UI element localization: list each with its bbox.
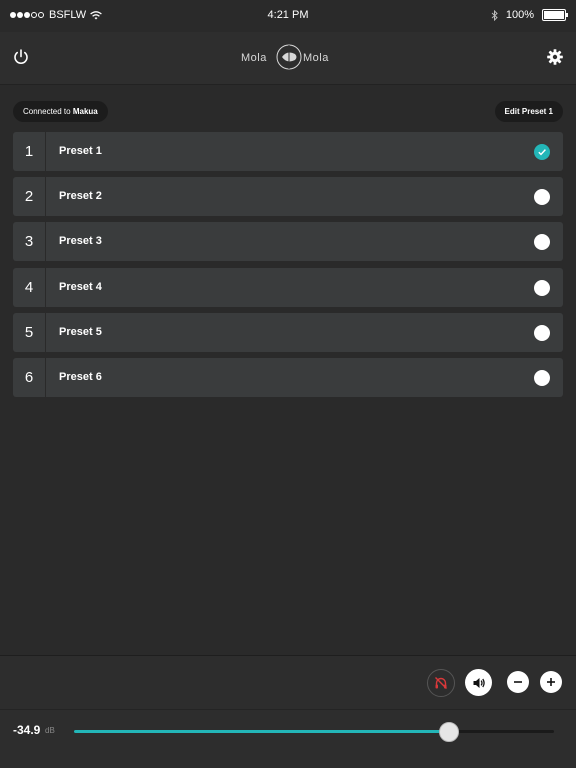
mola-mola-logo: Mola Mola — [241, 42, 337, 72]
preset-radio[interactable] — [534, 325, 550, 341]
preset-radio[interactable] — [534, 189, 550, 205]
preset-row[interactable]: 1 Preset 1 — [13, 132, 563, 171]
preset-row[interactable]: 6 Preset 6 — [13, 358, 563, 397]
connected-device-name: Makua — [72, 107, 98, 116]
volume-value: -34.9 — [13, 723, 41, 737]
status-bar: BSFLW 4:21 PM 100% — [0, 0, 576, 32]
preset-radio-selected[interactable] — [534, 144, 550, 160]
plus-icon — [547, 678, 555, 686]
preset-radio[interactable] — [534, 234, 550, 250]
preset-number: 5 — [13, 313, 46, 352]
volume-unit: dB — [45, 726, 55, 735]
nav-bar: Mola Mola — [0, 32, 576, 85]
connection-status: Connected to Makua — [13, 101, 108, 122]
preset-number: 4 — [13, 268, 46, 307]
status-right: 100% — [491, 9, 568, 21]
volume-slider-fill — [74, 730, 449, 733]
check-icon — [538, 149, 546, 156]
speaker-button[interactable] — [465, 669, 492, 696]
speaker-icon — [473, 677, 485, 688]
svg-text:Mola: Mola — [241, 52, 267, 64]
volume-down-button[interactable] — [507, 671, 529, 693]
edit-preset-button[interactable]: Edit Preset 1 — [494, 101, 563, 122]
preset-row[interactable]: 4 Preset 4 — [13, 268, 563, 307]
bluetooth-icon — [491, 9, 498, 21]
preset-row[interactable]: 3 Preset 3 — [13, 222, 563, 261]
battery-icon — [542, 9, 568, 21]
preset-radio[interactable] — [534, 370, 550, 386]
preset-number: 3 — [13, 222, 46, 261]
controls-separator — [0, 709, 576, 710]
preset-name: Preset 4 — [59, 281, 102, 293]
preset-name: Preset 1 — [59, 145, 102, 157]
preset-name: Preset 6 — [59, 371, 102, 383]
preset-name: Preset 5 — [59, 326, 102, 338]
bottom-panel — [0, 656, 576, 768]
gear-icon[interactable] — [546, 48, 564, 66]
preset-number: 1 — [13, 132, 46, 171]
preset-name: Preset 2 — [59, 190, 102, 202]
status-time: 4:21 PM — [267, 9, 309, 21]
preset-number: 2 — [13, 177, 46, 216]
volume-slider[interactable] — [74, 722, 554, 742]
preset-number: 6 — [13, 358, 46, 397]
preset-radio[interactable] — [534, 280, 550, 296]
headphone-mute-button[interactable] — [427, 669, 455, 697]
minus-icon — [514, 681, 522, 683]
preset-row[interactable]: 2 Preset 2 — [13, 177, 563, 216]
svg-text:Mola: Mola — [303, 52, 329, 64]
preset-name: Preset 3 — [59, 235, 102, 247]
headphone-off-icon — [435, 677, 447, 689]
battery-percent: 100% — [505, 9, 534, 21]
volume-up-button[interactable] — [540, 671, 562, 693]
power-icon[interactable] — [12, 48, 30, 66]
preset-row[interactable]: 5 Preset 5 — [13, 313, 563, 352]
connection-prefix: Connected to — [23, 107, 71, 116]
